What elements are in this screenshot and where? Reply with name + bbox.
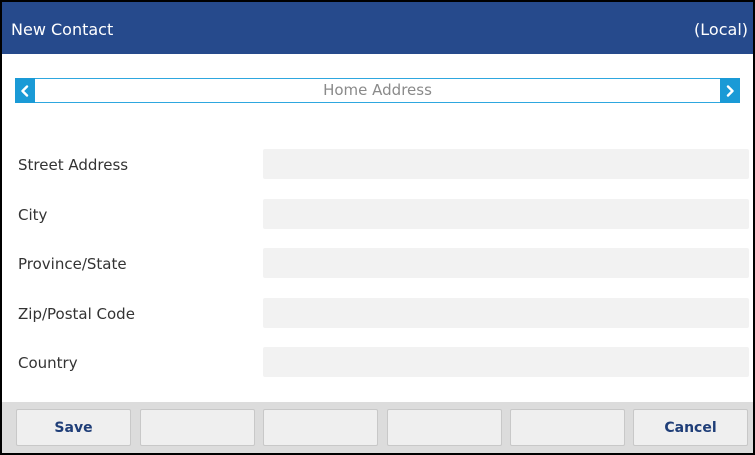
form-row-country: Country — [2, 347, 753, 379]
street-address-label: Street Address — [18, 156, 129, 174]
city-input[interactable] — [263, 199, 749, 229]
previous-tab-button[interactable] — [15, 78, 35, 103]
softkey-5-button[interactable] — [510, 409, 625, 446]
softkey-3-button[interactable] — [263, 409, 378, 446]
save-button[interactable]: Save — [16, 409, 131, 446]
form-row-province-state: Province/State — [2, 248, 753, 280]
softkey-bar: Save Cancel — [2, 402, 753, 453]
zip-postal-code-input[interactable] — [263, 298, 749, 328]
address-tab-navigator: Home Address — [15, 78, 740, 103]
zip-postal-code-label: Zip/Postal Code — [18, 305, 135, 323]
next-tab-button[interactable] — [720, 78, 740, 103]
chevron-left-icon — [21, 84, 29, 97]
form-row-city: City — [2, 199, 753, 231]
title-bar: New Contact (Local) — [2, 2, 753, 54]
phone-screen: New Contact (Local) Home Address Street … — [0, 0, 755, 455]
form-row-street-address: Street Address — [2, 149, 753, 181]
current-tab-label: Home Address — [323, 81, 432, 99]
softkey-2-button[interactable] — [140, 409, 255, 446]
street-address-input[interactable] — [263, 149, 749, 179]
chevron-right-icon — [726, 84, 734, 97]
form-row-zip-postal-code: Zip/Postal Code — [2, 298, 753, 330]
directory-scope-label: (Local) — [694, 20, 748, 39]
country-label: Country — [18, 354, 78, 372]
country-input[interactable] — [263, 347, 749, 377]
cancel-button[interactable]: Cancel — [633, 409, 748, 446]
city-label: City — [18, 206, 48, 224]
province-state-label: Province/State — [18, 255, 127, 273]
softkey-4-button[interactable] — [387, 409, 502, 446]
page-title: New Contact — [11, 20, 114, 39]
province-state-input[interactable] — [263, 248, 749, 278]
